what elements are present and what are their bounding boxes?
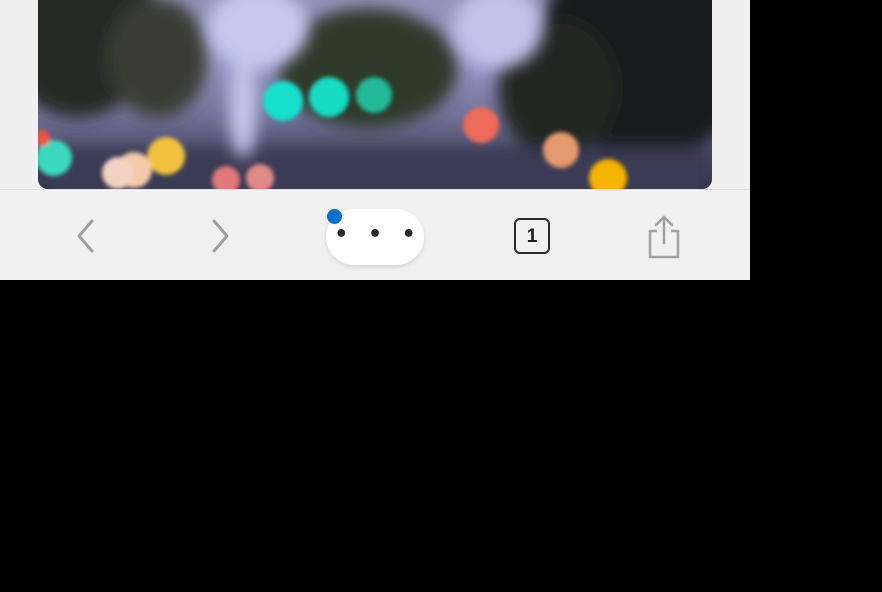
share-icon	[648, 215, 680, 259]
more-dots-icon: • • •	[334, 221, 422, 247]
chevron-right-icon	[212, 219, 229, 253]
browser-screen: • • • 1	[0, 0, 750, 280]
page-content[interactable]	[0, 0, 750, 189]
tab-count: 1	[526, 225, 538, 247]
share-button[interactable]	[640, 212, 688, 262]
page-photo[interactable]	[38, 0, 712, 189]
forward-button[interactable]	[198, 212, 242, 260]
bottom-toolbar: • • • 1	[0, 189, 750, 280]
back-button[interactable]	[64, 212, 108, 260]
notification-dot	[326, 208, 343, 225]
tabs-button[interactable]: 1	[508, 214, 556, 258]
tabs-count-icon: 1	[514, 218, 550, 254]
chevron-left-icon	[77, 219, 94, 253]
bokeh-street-image	[38, 0, 712, 189]
